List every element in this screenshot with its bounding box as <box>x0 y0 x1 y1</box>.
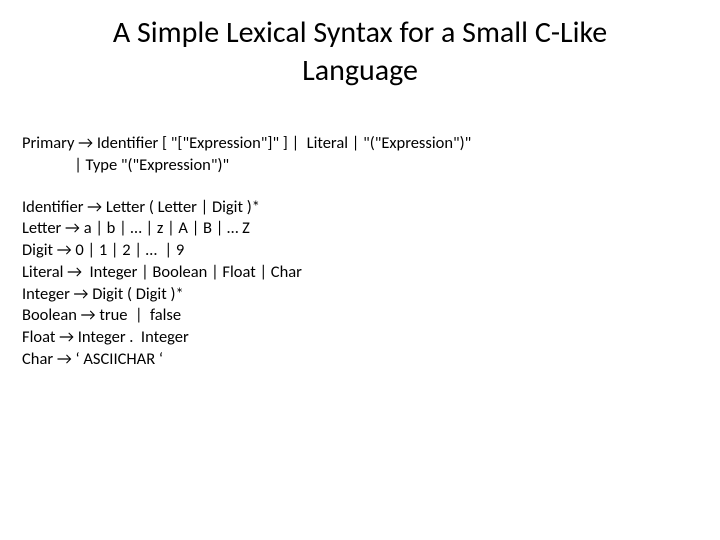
slide-container: A Simple Lexical Syntax for a Small C-Li… <box>0 0 720 540</box>
rule-boolean: Boolean → true | false <box>22 305 698 327</box>
grammar-lexical: Identifier → Letter ( Letter | Digit )* … <box>22 197 698 371</box>
grammar-primary: Primary → Identifier [ "["Expression"]" … <box>22 133 698 177</box>
rule-letter: Letter → a | b | … | z | A | B | … Z <box>22 218 698 240</box>
rule-identifier: Identifier → Letter ( Letter | Digit )* <box>22 197 698 219</box>
rule-primary-line1: Primary → Identifier [ "["Expression"]" … <box>22 133 698 155</box>
rule-primary-line2: | Type "("Expression")" <box>22 155 698 177</box>
slide-title: A Simple Lexical Syntax for a Small C-Li… <box>62 14 658 89</box>
rule-digit: Digit → 0 | 1 | 2 | … | 9 <box>22 240 698 262</box>
rule-integer: Integer → Digit ( Digit )* <box>22 284 698 306</box>
rule-float: Float → Integer . Integer <box>22 327 698 349</box>
rule-literal: Literal → Integer | Boolean | Float | Ch… <box>22 262 698 284</box>
grammar-block: Primary → Identifier [ "["Expression"]" … <box>22 133 698 371</box>
rule-char: Char → ‘ ASCIICHAR ‘ <box>22 349 698 371</box>
